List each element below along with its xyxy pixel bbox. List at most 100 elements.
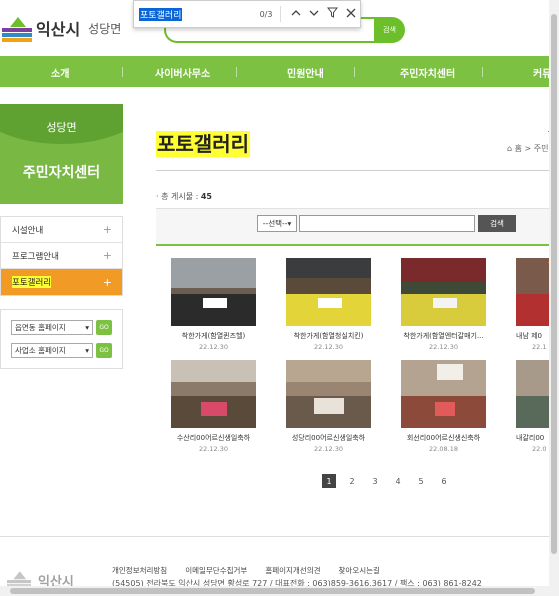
page-3[interactable]: 3: [368, 474, 382, 488]
site-logo[interactable]: 익산시 성당면: [2, 14, 121, 42]
search-field-select[interactable]: --선택-- ▾: [257, 215, 297, 232]
gallery-caption[interactable]: 성당리00어르신생일축하: [286, 433, 371, 443]
nav-divider: [354, 67, 355, 77]
site-links-box: 읍면동 홈페이지 ▾ GO 사업소 홈페이지 ▾ GO: [0, 309, 123, 369]
sidebar-header: 성당면 주민자치센터: [0, 104, 123, 204]
sidebar-item-label: 시설안내: [12, 225, 44, 236]
footer-links: 개인정보처리방침 이메일무단수집거부 홈페이지개선의견 찾아오시는길: [112, 565, 398, 576]
chevron-up-icon[interactable]: [286, 8, 304, 21]
gallery-date: 22.12.30: [314, 343, 343, 351]
logo-subtitle: 성당면: [88, 21, 122, 36]
sidebar-district-label: 성당면: [46, 121, 77, 134]
title-divider: [156, 170, 559, 171]
sidebar-item-label: 포토갤러리: [12, 276, 52, 288]
nav-divider: [122, 67, 123, 77]
gallery-thumbnail[interactable]: [401, 360, 486, 428]
nav-divider: [482, 67, 483, 77]
gallery-date: 22.12.30: [314, 445, 343, 453]
filter-icon[interactable]: [323, 7, 341, 21]
chevron-down-icon: ▾: [85, 346, 89, 355]
go-button[interactable]: GO: [96, 343, 112, 358]
find-input[interactable]: 포토갤러리: [134, 1, 256, 27]
logo-text: 익산시: [36, 20, 81, 39]
plus-icon: +: [102, 223, 112, 236]
page-2[interactable]: 2: [345, 474, 359, 488]
find-query: 포토갤러리: [139, 7, 183, 21]
page-title: 포토갤러리: [156, 131, 250, 157]
gallery-date: 22.12.30: [199, 445, 228, 453]
gallery-thumbnail[interactable]: [171, 258, 256, 326]
nav-item-community-center[interactable]: 주민자치센터: [400, 65, 455, 80]
gallery-caption[interactable]: 수산리00어르신생일축하: [171, 433, 256, 443]
sidebar-item-photo-gallery[interactable]: 포토갤러리 +: [1, 269, 122, 295]
office-site-select[interactable]: 사업소 홈페이지 ▾: [11, 343, 93, 358]
go-button[interactable]: GO: [96, 320, 112, 335]
site-link-row: 읍면동 홈페이지 ▾ GO: [11, 320, 112, 335]
find-match-count: 0/3: [259, 9, 273, 19]
gallery-date: 22.12.30: [199, 343, 228, 351]
home-icon: ⌂: [507, 144, 513, 153]
gallery-caption[interactable]: 회선리00어르신생신축하: [401, 433, 486, 443]
page-4[interactable]: 4: [391, 474, 405, 488]
main-nav: 소개 사이버사무소 민원안내 주민자치센터 커뮤: [0, 56, 559, 87]
total-posts: · 총 게시물 : 45: [156, 191, 212, 202]
sidebar-menu: 시설안내 + 프로그램안내 + 포토갤러리 +: [0, 216, 123, 296]
gallery-caption[interactable]: 착한가게(함열엔터갈매기...: [401, 331, 486, 341]
sidebar-item-label: 프로그램안내: [12, 251, 59, 262]
district-site-select[interactable]: 읍면동 홈페이지 ▾: [11, 320, 93, 335]
total-label: · 총 게시물 :: [156, 192, 201, 201]
nav-item-intro[interactable]: 소개: [51, 65, 69, 80]
gallery-item[interactable]: 성당리00어르신생일축하 22.12.30: [286, 360, 371, 453]
site-link-row: 사업소 홈페이지 ▾ GO: [11, 343, 112, 358]
select-value: 사업소 홈페이지: [15, 346, 66, 355]
gallery-thumbnail[interactable]: [286, 258, 371, 326]
gallery-caption[interactable]: 착한가게(함열퀸즈헬): [171, 331, 256, 341]
gallery-item[interactable]: 착한가게(함열퀸즈헬) 22.12.30: [171, 258, 256, 351]
footer-link-privacy[interactable]: 개인정보처리방침: [112, 565, 167, 576]
photo-gallery: 착한가게(함열퀸즈헬) 22.12.30 착한가게(함열청실치킨) 22.12.…: [156, 256, 559, 456]
select-value: 읍면동 홈페이지: [15, 323, 66, 332]
gallery-thumbnail[interactable]: [171, 360, 256, 428]
sidebar-item-facilities[interactable]: 시설안내 +: [1, 217, 122, 243]
vertical-scroll-thumb[interactable]: [551, 14, 557, 554]
page-6[interactable]: 6: [437, 474, 451, 488]
gallery-caption[interactable]: 착한가게(함열청실치킨): [286, 331, 371, 341]
page-1[interactable]: 1: [322, 474, 336, 488]
footer-divider: [0, 536, 559, 537]
nav-item-civil-service[interactable]: 민원안내: [287, 65, 324, 80]
breadcrumb-text[interactable]: 홈 > 주민: [515, 144, 549, 153]
select-value: --선택--: [262, 219, 288, 228]
find-in-page-bar: 포토갤러리 0/3: [133, 0, 361, 28]
horizontal-scrollbar[interactable]: [0, 586, 549, 596]
board-search-button[interactable]: 검색: [478, 215, 516, 232]
gallery-item[interactable]: 착한가게(함열청실치킨) 22.12.30: [286, 258, 371, 351]
footer-link-feedback[interactable]: 홈페이지개선의견: [265, 565, 320, 576]
total-count: 45: [200, 192, 212, 201]
site-search-button[interactable]: 검색: [374, 17, 405, 43]
breadcrumb: ⌂ 홈 > 주민: [507, 143, 549, 154]
chevron-down-icon: ▾: [85, 323, 89, 332]
gallery-item[interactable]: 수산리00어르신생일축하 22.12.30: [171, 360, 256, 453]
gallery-thumbnail[interactable]: [401, 258, 486, 326]
gallery-item[interactable]: 회선리00어르신생신축하 22.08.18: [401, 360, 486, 453]
find-separator: [280, 6, 282, 22]
pagination: 1 2 3 4 5 6: [322, 474, 460, 488]
sidebar-item-programs[interactable]: 프로그램안내 +: [1, 243, 122, 269]
page-5[interactable]: 5: [414, 474, 428, 488]
close-icon[interactable]: [342, 8, 360, 21]
horizontal-scroll-thumb[interactable]: [10, 588, 535, 594]
plus-icon: +: [102, 249, 112, 262]
board-search-bar: --선택-- ▾ 검색: [156, 208, 559, 246]
chevron-down-icon: ▾: [287, 219, 292, 228]
nav-item-cyber-office[interactable]: 사이버사무소: [155, 65, 210, 80]
footer-link-directions[interactable]: 찾아오시는길: [339, 565, 380, 576]
sidebar-section-title: 주민자치센터: [22, 165, 101, 181]
vertical-scrollbar[interactable]: [549, 0, 559, 596]
plus-icon: +: [102, 275, 112, 289]
chevron-down-icon[interactable]: [305, 8, 323, 21]
footer-link-email-policy[interactable]: 이메일무단수집거부: [185, 565, 247, 576]
gallery-thumbnail[interactable]: [286, 360, 371, 428]
board-search-input[interactable]: [299, 215, 475, 232]
gallery-date: 22.12.30: [429, 343, 458, 351]
gallery-item[interactable]: 착한가게(함열엔터갈매기... 22.12.30: [401, 258, 486, 351]
